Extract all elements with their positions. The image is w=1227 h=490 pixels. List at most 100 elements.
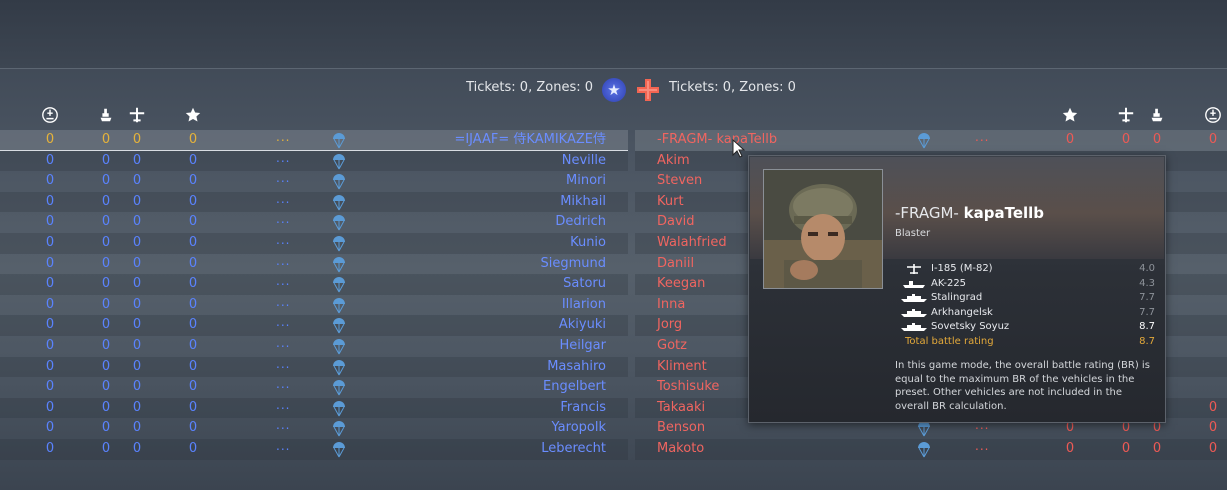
vehicle-status: ... xyxy=(975,438,990,453)
enemy-player-name[interactable]: Jorg xyxy=(657,315,682,336)
ship-icon xyxy=(1151,108,1163,122)
parachute-icon xyxy=(333,400,345,416)
enemy-player-name[interactable]: Benson xyxy=(657,418,705,439)
enemy-player-name[interactable]: David xyxy=(657,212,695,233)
enemy-row[interactable]: Makoto... 0 0 0 0 xyxy=(635,438,1227,460)
ally-player-name[interactable]: Leberecht xyxy=(541,439,606,460)
ally-row[interactable]: 0 0 0 0... Kunio xyxy=(0,232,628,254)
parachute-icon xyxy=(333,153,345,169)
air-kills-cell: 0 xyxy=(1121,440,1131,456)
ally-player-name[interactable]: Dedrich xyxy=(555,212,606,233)
ally-player-name[interactable]: Satoru xyxy=(563,274,606,295)
ally-row[interactable]: 0 0 0 0... Mikhail xyxy=(0,191,628,213)
ship-kills-cell: 0 xyxy=(101,234,111,250)
ship-kills-cell: 0 xyxy=(101,255,111,271)
lives-cell: 0 xyxy=(45,234,55,250)
plane-icon xyxy=(907,264,921,274)
vehicle-status: ... xyxy=(276,171,291,186)
ally-player-name[interactable]: Siegmund xyxy=(540,254,606,275)
enemy-player-name[interactable]: Takaaki xyxy=(657,398,705,419)
lives-cell: 0 xyxy=(45,173,55,189)
ally-row[interactable]: 0 0 0 0... Masahiro xyxy=(0,356,628,378)
lives-cell: 0 xyxy=(45,132,55,147)
enemy-player-name[interactable]: Gotz xyxy=(657,336,687,357)
ship-kills-cell: 0 xyxy=(101,337,111,353)
ship-kills-cell: 0 xyxy=(101,420,111,436)
enemy-player-name[interactable]: Akim xyxy=(657,151,690,172)
ally-row[interactable]: 0 0 0 0... Leberecht xyxy=(0,438,628,460)
score-cell: 0 xyxy=(188,420,198,436)
ally-player-name[interactable]: Minori xyxy=(566,171,606,192)
vehicle-status: ... xyxy=(276,232,291,247)
lives-icon xyxy=(1205,107,1221,123)
enemy-player-name[interactable]: -FRAGM- kapaTellb xyxy=(657,130,777,151)
enemy-player-name[interactable]: Toshisuke xyxy=(657,377,719,398)
ally-player-name[interactable]: Neville xyxy=(562,151,606,172)
lives-cell: 0 xyxy=(1208,420,1218,436)
air-kills-cell: 0 xyxy=(132,234,142,250)
ally-row[interactable]: 0 0 0 0... Akiyuki xyxy=(0,315,628,336)
vehicle-status: ... xyxy=(276,212,291,227)
score-cell: 0 xyxy=(188,440,198,456)
lives-cell: 0 xyxy=(1208,399,1218,415)
ally-player-name[interactable]: Masahiro xyxy=(547,357,606,378)
parachute-icon xyxy=(333,215,345,231)
parachute-icon xyxy=(333,194,345,211)
ally-player-name[interactable]: Heilgar xyxy=(559,336,606,357)
axis-cross-icon xyxy=(637,79,659,101)
ally-player-name[interactable]: Francis xyxy=(560,398,606,419)
vehicle-list: I-185 (M-82) 4.0 AK-225 4.3 Stalingrad 7.7 Ark… xyxy=(897,262,1155,349)
ally-row[interactable]: 0 0 0 0... Dedrich xyxy=(0,212,628,233)
enemy-row[interactable]: -FRAGM- kapaTellb... 0 0 0 0 xyxy=(635,130,1227,151)
ally-row[interactable]: 0 0 0 0... Satoru xyxy=(0,274,628,295)
ship-kills-cell: 0 xyxy=(1152,132,1162,147)
ally-row[interactable]: 0 0 0 0... =IJAAF= 侍KAMIKAZE侍 xyxy=(0,130,628,151)
enemy-player-name[interactable]: Kliment xyxy=(657,357,707,378)
total-br-value: 8.7 xyxy=(1139,335,1155,347)
ship-kills-cell: 0 xyxy=(101,193,111,209)
enemy-player-name[interactable]: Keegan xyxy=(657,274,705,295)
lives-icon xyxy=(42,107,58,123)
enemy-player-name[interactable]: Walahfried xyxy=(657,233,727,254)
enemy-player-name[interactable]: Steven xyxy=(657,171,702,192)
ally-player-name[interactable]: Yaropolk xyxy=(552,418,606,439)
air-kills-cell: 0 xyxy=(132,255,142,271)
ally-row[interactable]: 0 0 0 0... Engelbert xyxy=(0,377,628,398)
enemy-player-name[interactable]: Makoto xyxy=(657,439,704,460)
ally-player-name[interactable]: Illarion xyxy=(562,295,606,316)
parachute-icon xyxy=(333,277,345,293)
ally-row[interactable]: 0 0 0 0... Minori xyxy=(0,171,628,192)
air-kills-cell: 0 xyxy=(132,379,142,395)
ally-row[interactable]: 0 0 0 0... Yaropolk xyxy=(0,418,628,439)
ally-player-name[interactable]: Kunio xyxy=(570,233,606,254)
vehicle-br: 7.7 xyxy=(1139,306,1155,318)
air-kills-cell: 0 xyxy=(1121,132,1131,147)
ship-kills-cell: 0 xyxy=(1152,440,1162,456)
ship-kills-cell: 0 xyxy=(101,214,111,230)
ally-row[interactable]: 0 0 0 0... Neville xyxy=(0,150,628,172)
ally-row[interactable]: 0 0 0 0... Illarion xyxy=(0,295,628,316)
enemy-player-name[interactable]: Inna xyxy=(657,295,685,316)
parachute-icon xyxy=(333,441,345,458)
ship-icon xyxy=(901,294,927,302)
parachute-icon xyxy=(333,174,345,190)
ally-player-name[interactable]: Mikhail xyxy=(560,192,606,213)
score-cell: 0 xyxy=(188,337,198,353)
score-cell: 0 xyxy=(188,255,198,271)
enemy-player-name[interactable]: Daniil xyxy=(657,254,694,275)
ally-player-name[interactable]: Akiyuki xyxy=(559,315,606,336)
ally-player-name[interactable]: =IJAAF= 侍KAMIKAZE侍 xyxy=(454,130,606,151)
enemy-player-name[interactable]: Kurt xyxy=(657,192,684,213)
vehicle-status: ... xyxy=(276,418,291,433)
vehicle-status: ... xyxy=(276,253,291,268)
star-icon xyxy=(185,107,201,122)
ally-row[interactable]: 0 0 0 0... Siegmund xyxy=(0,254,628,275)
score-cell: 0 xyxy=(188,193,198,209)
ally-row[interactable]: 0 0 0 0... Francis xyxy=(0,397,628,419)
ally-player-name[interactable]: Engelbert xyxy=(543,377,606,398)
lives-cell: 0 xyxy=(1208,440,1218,456)
allies-scoreboard: 0 0 0 0... =IJAAF= 侍KAMIKAZE侍 0 0 0 0... Neville 0… xyxy=(0,130,628,460)
ally-row[interactable]: 0 0 0 0... Heilgar xyxy=(0,336,628,357)
tooltip-player-title: Blaster xyxy=(895,228,931,239)
vehicle-entry: Sovetsky Soyuz 8.7 xyxy=(897,320,1155,335)
